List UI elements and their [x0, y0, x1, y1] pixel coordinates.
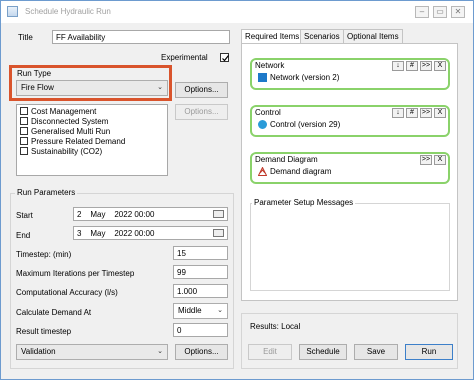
- window-title: Schedule Hydraulic Run: [25, 7, 111, 16]
- save-button[interactable]: Save: [354, 344, 398, 360]
- sustainability-checkbox[interactable]: [20, 147, 28, 155]
- network-header: Network: [255, 61, 285, 70]
- calendar-icon[interactable]: [213, 210, 224, 218]
- control-forward-button[interactable]: >>: [420, 108, 432, 118]
- demand-diagram-header: Demand Diagram: [255, 155, 318, 164]
- control-hash-button[interactable]: #: [406, 108, 418, 118]
- check-icon: [222, 55, 229, 62]
- control-icon: [258, 120, 267, 129]
- network-down-button[interactable]: ↓: [392, 61, 404, 71]
- network-item[interactable]: Network (version 2): [258, 73, 339, 82]
- calc-demand-select[interactable]: Middle ⌄: [173, 303, 228, 319]
- control-remove-button[interactable]: X: [434, 108, 446, 118]
- calc-demand-label: Calculate Demand At: [16, 308, 92, 317]
- disconnected-system-checkbox[interactable]: [20, 117, 28, 125]
- accuracy-label: Computational Accuracy (l/s): [16, 288, 118, 297]
- end-datetime-picker[interactable]: 3 May 2022 00:00: [73, 226, 228, 240]
- run-options-options-button[interactable]: Options...: [175, 104, 228, 120]
- result-timestep-label: Result timestep: [16, 327, 72, 336]
- run-options-list: Cost Management Disconnected System Gene…: [16, 104, 168, 176]
- chevron-down-icon: ⌄: [217, 307, 223, 314]
- network-forward-button[interactable]: >>: [420, 61, 432, 71]
- network-icon: [258, 73, 267, 82]
- title-bar: Schedule Hydraulic Run – ▭ ✕: [1, 1, 473, 23]
- run-type-highlight: [9, 65, 172, 101]
- list-item[interactable]: Disconnected System: [20, 117, 108, 126]
- start-label: Start: [16, 211, 33, 220]
- control-item[interactable]: Control (version 29): [258, 120, 340, 129]
- accuracy-input[interactable]: 1.000: [173, 284, 228, 298]
- list-item[interactable]: Sustainability (CO2): [20, 147, 102, 156]
- timestep-input[interactable]: 15: [173, 246, 228, 260]
- app-icon: [7, 6, 18, 17]
- tab-required-items[interactable]: Required Items: [241, 29, 304, 44]
- start-datetime-picker[interactable]: 2 May 2022 00:00: [73, 207, 228, 221]
- setup-messages-box: [250, 203, 450, 291]
- list-item[interactable]: Pressure Related Demand: [20, 137, 125, 146]
- chevron-down-icon: ⌄: [157, 348, 163, 355]
- end-label: End: [16, 231, 31, 240]
- network-remove-button[interactable]: X: [434, 61, 446, 71]
- control-required-box[interactable]: Control ↓ # >> X Control (version 29): [250, 105, 450, 137]
- demand-forward-button[interactable]: >>: [420, 155, 432, 165]
- minimize-button[interactable]: –: [415, 6, 429, 18]
- tab-scenarios[interactable]: Scenarios: [300, 29, 344, 43]
- title-label: Title: [18, 33, 33, 42]
- network-hash-button[interactable]: #: [406, 61, 418, 71]
- cost-management-checkbox[interactable]: [20, 107, 28, 115]
- max-iterations-label: Maximum Iterations per Timestep: [16, 269, 135, 278]
- maximize-button[interactable]: ▭: [433, 6, 447, 18]
- experimental-label: Experimental: [161, 53, 208, 62]
- schedule-button[interactable]: Schedule: [299, 344, 347, 360]
- network-required-box[interactable]: Network ↓ # >> X Network (version 2): [250, 58, 450, 90]
- edit-button[interactable]: Edit: [248, 344, 292, 360]
- validation-options-button[interactable]: Options...: [175, 344, 228, 360]
- control-down-button[interactable]: ↓: [392, 108, 404, 118]
- close-button[interactable]: ✕: [451, 6, 465, 18]
- control-header: Control: [255, 108, 281, 117]
- result-timestep-input[interactable]: 0: [173, 323, 228, 337]
- list-item[interactable]: Cost Management: [20, 107, 96, 116]
- list-item[interactable]: Generalised Multi Run: [20, 127, 110, 136]
- results-label: Results: Local: [250, 322, 301, 331]
- run-button[interactable]: Run: [405, 344, 453, 360]
- experimental-checkbox[interactable]: [220, 53, 229, 62]
- validation-select[interactable]: Validation ⌄: [16, 344, 168, 360]
- run-type-options-button[interactable]: Options...: [175, 82, 228, 98]
- timestep-label: Timestep: (min): [16, 250, 72, 259]
- max-iterations-input[interactable]: 99: [173, 265, 228, 279]
- tab-optional-items[interactable]: Optional Items: [343, 29, 403, 43]
- title-input[interactable]: FF Availability: [52, 30, 230, 44]
- calendar-icon[interactable]: [213, 229, 224, 237]
- setup-messages-label: Parameter Setup Messages: [252, 198, 356, 207]
- demand-diagram-item[interactable]: Demand diagram: [257, 166, 331, 176]
- demand-remove-button[interactable]: X: [434, 155, 446, 165]
- pressure-related-demand-checkbox[interactable]: [20, 137, 28, 145]
- demand-diagram-required-box[interactable]: Demand Diagram >> X Demand diagram: [250, 152, 450, 184]
- generalised-multi-run-checkbox[interactable]: [20, 127, 28, 135]
- demand-diagram-icon: [257, 166, 268, 176]
- run-parameters-label: Run Parameters: [15, 188, 78, 197]
- schedule-hydraulic-run-window: Schedule Hydraulic Run – ▭ ✕ Title FF Av…: [0, 0, 474, 380]
